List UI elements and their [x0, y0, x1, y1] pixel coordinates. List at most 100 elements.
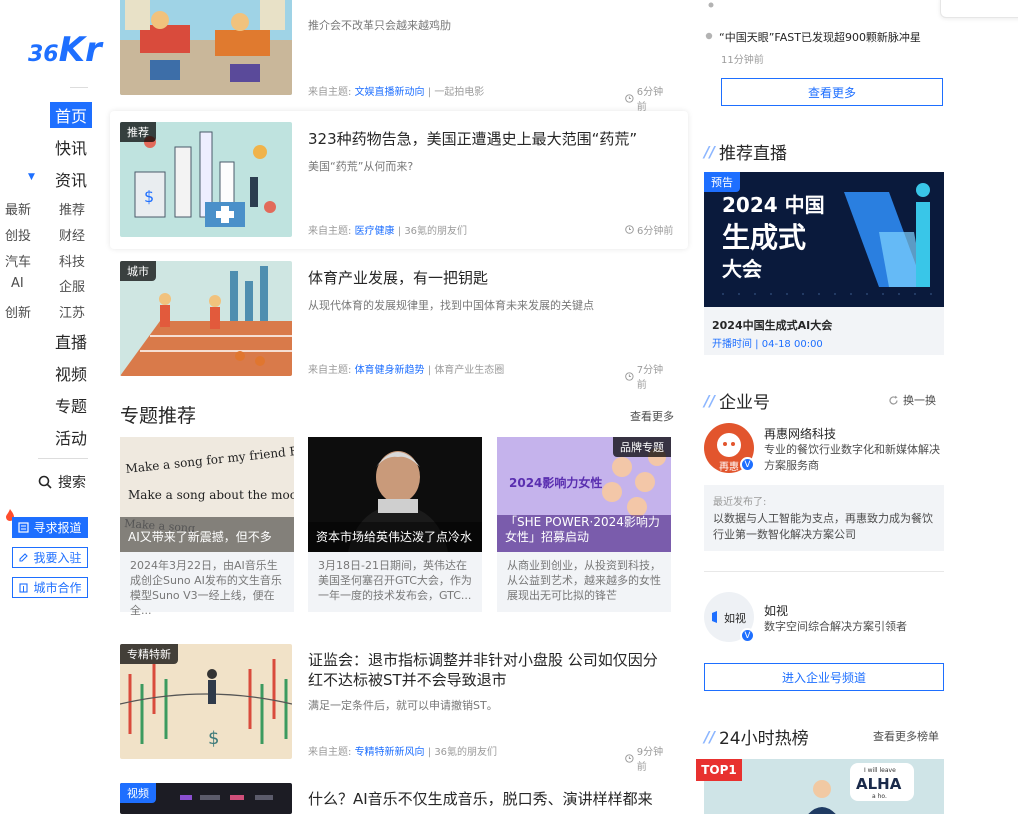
city-cooperation-button[interactable]: 城市合作: [12, 577, 88, 598]
article-card[interactable]: 推介会不改革只会越来越鸡肋 来自主题: 文娱直播新动向 | 一起拍电影 6分钟前: [120, 0, 672, 113]
hot-list-header: // 24小时热榜: [704, 727, 809, 750]
svg-text:Make a song about the moon.: Make a song about the moon.: [128, 488, 294, 502]
search-button[interactable]: 搜索: [38, 472, 86, 492]
enterprise-description: 专业的餐饮行业数字化和新媒体解决方案服务商: [764, 443, 940, 472]
refresh-icon: [889, 395, 898, 404]
join-label: 我要入驻: [33, 551, 82, 565]
article-thumbnail[interactable]: 城市: [120, 261, 292, 376]
live-info[interactable]: 2024中国生成式AI大会 开播时间 | 04-18 00:00: [704, 307, 944, 355]
nav-info[interactable]: 资讯: [55, 167, 87, 191]
flash-news-item[interactable]: “中国天眼”FAST已发现超900颗新脉冲星: [719, 29, 921, 45]
nav-sub-auto[interactable]: 汽车: [5, 251, 31, 270]
article-time: 6分钟前: [625, 222, 673, 237]
article-card[interactable]: 城市 体育产业发展，有一把钥匙 从现代体育的发展规律里，找到中国体育未来发展的关…: [120, 261, 672, 391]
article-meta: 来自主题: 医疗健康 | 36氪的朋友们: [308, 226, 468, 237]
left-navigation: 36Kr 首页 快讯 ▼ 资讯 最新 推荐 创投 财经 汽车 科技 AI 企服 …: [0, 0, 102, 814]
clock-icon: [625, 93, 634, 103]
topic-card-description: 从商业到创业，从投资到科技，从公益到艺术，越来越多的女性展现出无可比拟的锋芒: [507, 559, 661, 602]
svg-text:2024影响力女性: 2024影响力女性: [509, 475, 602, 490]
enterprise-recent-post[interactable]: 最近发布了: 以数据与人工智能为支点，再惠致力成为餐饮行业第一数智化解决方案公司: [704, 485, 944, 551]
nav-topic[interactable]: 专题: [55, 393, 87, 417]
search-label: 搜索: [58, 475, 86, 491]
article-title[interactable]: 什么？AI音乐不仅生成音乐，脱口秀、演讲样样都来: [308, 789, 670, 809]
clock-icon: [625, 225, 634, 234]
nav-events[interactable]: 活动: [55, 425, 87, 449]
live-section-header: // 推荐直播: [704, 142, 787, 165]
topic-card-caption[interactable]: AI又带来了新震撼，但不多: [128, 530, 288, 545]
article-time: 6分钟前: [625, 83, 672, 113]
article-meta: 来自主题: 文娱直播新动向 | 一起拍电影: [308, 87, 485, 98]
article-thumbnail[interactable]: $ 推荐: [120, 122, 292, 237]
enterprise-channel-button[interactable]: 进入企业号频道: [704, 663, 944, 691]
svg-text:a ho.: a ho.: [872, 793, 887, 800]
article-title[interactable]: 证监会：退市指标调整并非针对小盘股 公司如仅因分红不达标被ST并不会导致退市: [308, 650, 670, 690]
clock-icon: [625, 371, 634, 381]
building-icon: [19, 583, 29, 593]
nav-sub-recommend[interactable]: 推荐: [59, 199, 85, 218]
section-slash-icon: //: [704, 391, 715, 410]
article-badge: 专精特新: [120, 644, 178, 664]
article-card[interactable]: 视频 什么？AI音乐不仅生成音乐，脱口秀、演讲样样都来: [120, 783, 672, 814]
live-preview-badge: 预告: [704, 172, 740, 192]
topic-card[interactable]: 资本市场给英伟达泼了点冷水 3月18日-21日期间，英伟达在美国圣何塞召开GTC…: [308, 437, 482, 612]
nav-home[interactable]: 首页: [50, 102, 93, 128]
nav-video[interactable]: 视频: [55, 361, 87, 385]
nav-sub-tech[interactable]: 科技: [59, 251, 85, 270]
live-event-title[interactable]: 2024中国生成式AI大会: [712, 317, 832, 333]
nav-sub-ai[interactable]: AI: [11, 276, 24, 291]
article-card[interactable]: $ 专精特新 证监会：退市指标调整并非针对小盘股 公司如仅因分红不达标被ST并不…: [120, 644, 672, 773]
nav-sub-jiangsu[interactable]: 江苏: [59, 302, 85, 321]
logo-36kr[interactable]: 36Kr: [28, 30, 102, 70]
divider: [38, 458, 88, 459]
divider: [70, 87, 88, 88]
enterprise-refresh-button[interactable]: 换一换: [888, 392, 936, 408]
article-thumbnail[interactable]: [120, 0, 292, 95]
article-topic-link[interactable]: 医疗健康: [355, 226, 395, 237]
clock-icon: [625, 753, 634, 763]
topic-card[interactable]: 2024影响力女性 品牌专题 「SHE POWER·2024影响力女性」招募启动…: [497, 437, 671, 612]
seek-coverage-button[interactable]: 寻求报道: [12, 517, 88, 538]
article-meta: 来自主题: 体育健身新趋势 | 体育产业生态圈: [308, 365, 505, 376]
timeline-dot-icon: [705, 32, 713, 40]
enterprise-section-header: // 企业号: [704, 391, 770, 414]
nav-sub-enterprise[interactable]: 企服: [59, 276, 85, 295]
enterprise-name[interactable]: 再惠网络科技: [764, 425, 836, 442]
article-summary: 从现代体育的发展规律里，找到中国体育未来发展的关键点: [308, 299, 594, 312]
article-topic-link[interactable]: 专精特新新风向: [355, 747, 425, 758]
topic-card[interactable]: Make a song for my friend Earl. Make a s…: [120, 437, 294, 617]
seek-coverage-label: 寻求报道: [33, 521, 82, 535]
topic-card-badge: 品牌专题: [613, 437, 671, 457]
flash-news-time: 11分钟前: [721, 55, 764, 66]
edit-icon: [19, 553, 29, 562]
nav-sub-venture[interactable]: 创投: [5, 225, 31, 244]
article-title[interactable]: 体育产业发展，有一把钥匙: [308, 268, 668, 288]
article-badge: 城市: [120, 261, 156, 281]
join-button[interactable]: 我要入驻: [12, 547, 88, 568]
topic-card-caption[interactable]: 「SHE POWER·2024影响力女性」招募启动: [505, 515, 665, 545]
article-thumbnail[interactable]: $ 专精特新: [120, 644, 292, 759]
topic-card-caption[interactable]: 资本市场给英伟达泼了点冷水: [316, 530, 476, 545]
nav-sub-innovation[interactable]: 创新: [5, 302, 31, 321]
article-badge: 视频: [120, 783, 156, 803]
flash-more-button[interactable]: 查看更多: [721, 78, 943, 106]
nav-live[interactable]: 直播: [55, 329, 87, 353]
svg-text:生成式: 生成式: [722, 221, 806, 254]
section-slash-icon: //: [704, 142, 715, 161]
nav-sub-finance[interactable]: 财经: [59, 225, 85, 244]
hot-list-more-link[interactable]: 查看更多榜单: [873, 728, 939, 744]
article-thumbnail[interactable]: 视频: [120, 783, 292, 814]
svg-text:$: $: [208, 728, 219, 749]
special-topics-more-link[interactable]: 查看更多: [630, 408, 674, 424]
article-card[interactable]: $ 推荐 323种药物告急，美国正遭遇史上最大范围“药荒” 美国“药荒”从何而来…: [110, 111, 688, 249]
enterprise-name[interactable]: 如视: [764, 602, 788, 619]
article-summary: 美国“药荒”从何而来?: [308, 160, 414, 173]
topic-card-description: 3月18日-21日期间，英伟达在美国圣何塞召开GTC大会，作为一年一度的技术发布…: [318, 559, 472, 602]
timeline-dot-icon: [708, 2, 714, 8]
article-title[interactable]: 323种药物告急，美国正遭遇史上最大范围“药荒”: [308, 129, 678, 149]
article-topic-link[interactable]: 文娱直播新动向: [355, 87, 425, 98]
recent-label: 最近发布了:: [713, 497, 767, 508]
nav-flash[interactable]: 快讯: [55, 135, 87, 159]
live-poster[interactable]: 2024 中国 生成式 大会 预告: [704, 172, 944, 307]
nav-sub-latest[interactable]: 最新: [5, 199, 31, 218]
article-topic-link[interactable]: 体育健身新趋势: [355, 365, 425, 376]
